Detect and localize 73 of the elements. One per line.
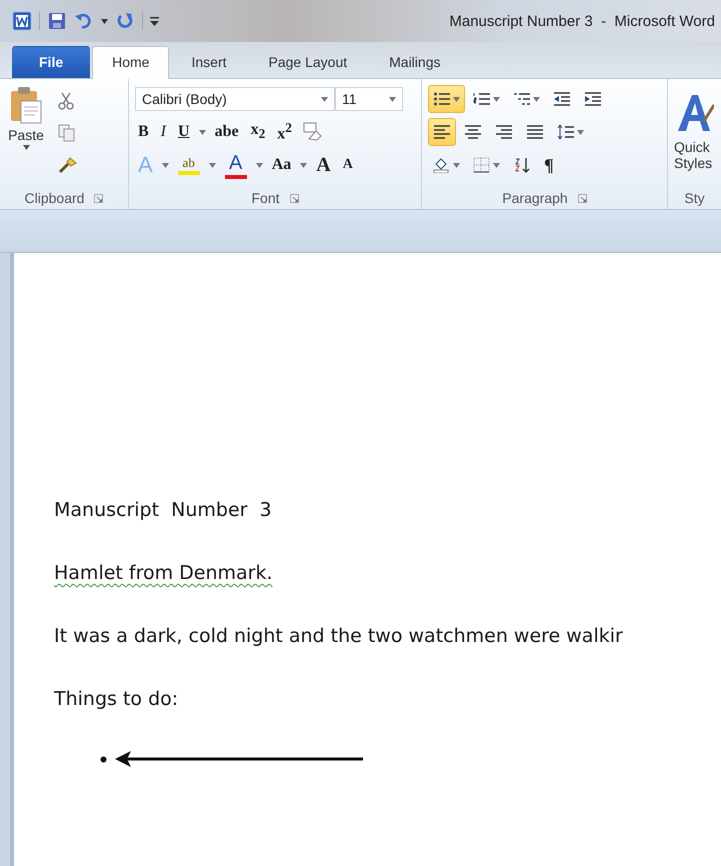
shading-icon[interactable]	[433, 157, 451, 173]
caret-icon[interactable]	[208, 162, 216, 168]
group-label: Sty	[684, 190, 705, 206]
bullets-icon[interactable]	[433, 91, 451, 107]
font-name-field[interactable]: Calibri (Body)	[135, 87, 335, 111]
caret-icon[interactable]	[493, 96, 500, 102]
group-label: Font	[251, 190, 280, 206]
format-button[interactable]: A	[313, 154, 334, 176]
document-paragraph: Things to do:	[54, 687, 180, 712]
dialog-launcher-icon[interactable]	[94, 194, 104, 202]
clear-formatting-icon[interactable]	[300, 121, 323, 143]
align-left-icon[interactable]	[433, 124, 451, 140]
bullets-button[interactable]	[428, 85, 465, 113]
caret-icon[interactable]	[101, 18, 108, 24]
justify-icon[interactable]	[526, 124, 544, 140]
format-button[interactable]: x$^{2}$	[274, 120, 295, 144]
bullet-icon	[100, 756, 107, 762]
clipboard-icon[interactable]	[8, 85, 44, 125]
align-right-icon[interactable]	[495, 124, 513, 140]
ribbon-tab[interactable]: Page Layout	[248, 46, 368, 78]
sort-icon[interactable]	[513, 157, 531, 173]
copy-icon[interactable]	[58, 124, 76, 142]
save-icon[interactable]	[47, 11, 67, 31]
font-size-field[interactable]: 11	[335, 87, 403, 111]
caret-icon[interactable]	[198, 130, 206, 134]
document-paragraph: Hamlet from Denmark.	[54, 561, 274, 586]
ribbon-tab[interactable]: Mailings	[369, 46, 460, 78]
align-left-button[interactable]	[428, 118, 456, 146]
caret-icon[interactable]	[256, 162, 263, 168]
document-paragraph: Manuscript Number 3	[54, 498, 273, 523]
format-button[interactable]: Aa	[268, 156, 294, 174]
caret-icon[interactable]	[533, 96, 540, 102]
caret-icon[interactable]	[389, 96, 396, 102]
format-button[interactable]: x$_{2}$	[248, 121, 268, 143]
paste-button[interactable]: Paste	[4, 83, 48, 187]
format-button[interactable]: abe	[212, 123, 242, 141]
format-button[interactable]: I	[158, 123, 169, 141]
dialog-launcher-icon[interactable]	[578, 194, 587, 202]
decrease-indent-icon[interactable]	[553, 91, 571, 107]
format-button[interactable]: U	[175, 123, 193, 141]
formatting-marks-button[interactable]: ¶	[539, 151, 559, 179]
caret-icon[interactable]	[493, 162, 500, 168]
dialog-launcher-icon[interactable]	[290, 194, 298, 202]
caret-icon[interactable]	[300, 162, 308, 168]
caret-icon[interactable]	[162, 162, 169, 168]
format-button[interactable]: ab	[174, 155, 203, 175]
ribbon-tab[interactable]: Home	[92, 46, 170, 79]
ribbon-tab[interactable]: File	[12, 46, 90, 78]
group-label: Clipboard	[24, 190, 84, 206]
align-center-icon[interactable]	[464, 124, 482, 140]
cut-icon[interactable]	[58, 92, 74, 110]
customize-menu-icon[interactable]	[150, 16, 159, 26]
caret-icon[interactable]	[577, 130, 584, 134]
borders-icon[interactable]	[473, 157, 491, 173]
caret-icon[interactable]	[453, 162, 460, 168]
format-button[interactable]: A	[222, 152, 250, 178]
multilevel-icon[interactable]	[513, 91, 531, 107]
increase-indent-icon[interactable]	[584, 91, 602, 107]
format-button[interactable]: A	[340, 157, 356, 173]
caret-icon[interactable]	[321, 96, 328, 102]
word-logo-icon[interactable]	[12, 11, 32, 31]
caret-icon[interactable]	[453, 96, 460, 102]
ribbon-tab[interactable]: Insert	[171, 46, 246, 78]
caret-icon[interactable]	[22, 145, 30, 150]
line-spacing-icon[interactable]	[557, 124, 575, 140]
brush-icon[interactable]	[58, 156, 78, 174]
group-label: Paragraph	[502, 190, 568, 206]
numbering-icon[interactable]	[473, 91, 491, 107]
quick-styles-button[interactable]: Quick Styles	[672, 83, 716, 187]
window-title: Manuscript Number 3 - Microsoft Word	[449, 12, 715, 30]
redo-icon[interactable]	[115, 11, 135, 31]
document-paragraph: It was a dark, cold night and the two watchmen were walkir	[54, 624, 624, 649]
format-button[interactable]: B	[135, 123, 152, 141]
